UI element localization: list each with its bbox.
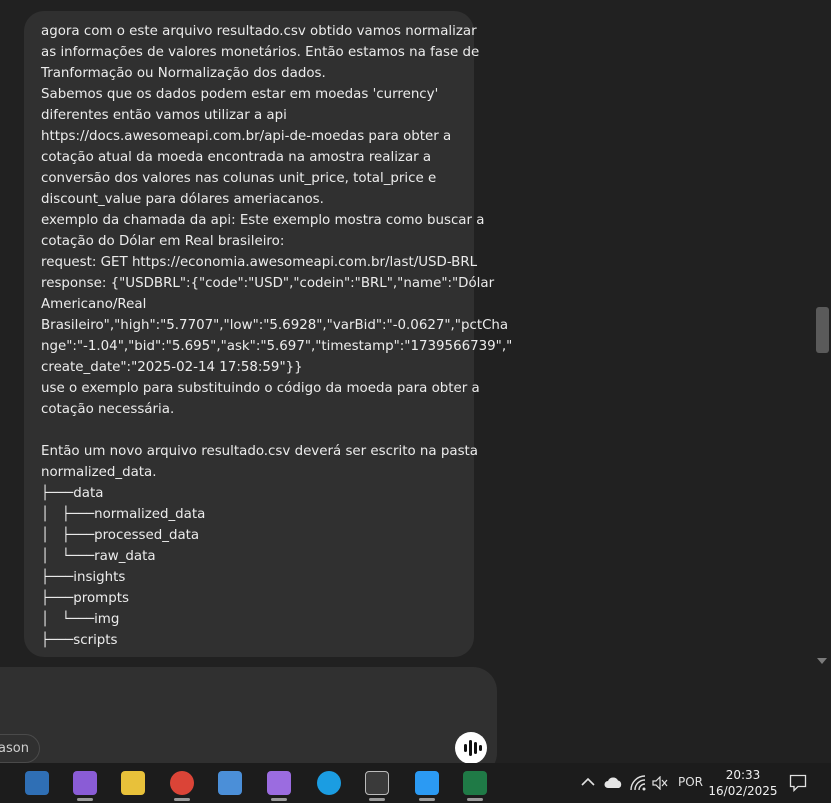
chrome-icon [170,771,194,795]
message-line: │ ├───normalized_data [41,507,206,522]
voice-mode-button[interactable] [455,732,487,764]
message-line: Sabemos que os dados podem estar em moed… [41,87,439,102]
message-line: conversão dos valores nas colunas unit_p… [41,171,437,186]
message-line: cotação necessária. [41,402,175,417]
scrollbar-thumb[interactable] [816,307,829,353]
taskbar-app-5[interactable] [255,763,303,803]
message-line: Brasileiro","high":"5.7707","low":"5.692… [41,318,509,333]
taskbar-app-0[interactable] [13,763,61,803]
show-hidden-icons-chevron-icon[interactable] [581,777,595,787]
voice-wave-bar [469,740,472,756]
message-line: cotação do Dólar em Real brasileiro: [41,234,285,249]
taskbar-app-8[interactable] [403,763,451,803]
taskbar-app-4[interactable] [206,763,254,803]
message-line: nge":"-1.04","bid":"5.695","ask":"5.697"… [41,339,513,354]
message-line: Tranformação ou Normalização dos dados. [41,66,326,81]
input-language-indicator[interactable]: POR [678,775,703,789]
message-line: │ └───raw_data [41,549,156,564]
sql-server-icon [25,771,49,795]
clock-time: 20:33 [725,768,761,782]
message-line: exemplo da chamada da api: Este exemplo … [41,213,485,228]
remote-desktop-icon [218,771,242,795]
visual-studio-2-icon [267,771,291,795]
message-line: as informações de valores monetários. En… [41,45,480,60]
volume-muted-icon[interactable] [652,776,668,790]
taskbar-app-2[interactable] [109,763,157,803]
visual-studio-icon [73,771,97,795]
taskbar-app-6[interactable] [305,763,353,803]
edge-icon [317,771,341,795]
voice-wave-bar [479,745,482,751]
sticky-tool-icon [121,771,145,795]
message-line: Americano/Real [41,297,147,312]
excel-icon [463,771,487,795]
message-line: diferentes então vamos utilizar a api [41,108,287,123]
message-line: create_date":"2025-02-14 17:58:59"}} [41,360,303,375]
vscode-icon [415,771,439,795]
message-line: ├───data [41,486,104,501]
message-line: response: {"USDBRL":{"code":"USD","codei… [41,276,495,291]
message-line: │ └───img [41,612,120,627]
voice-wave-icon [464,744,467,752]
taskbar-app-3[interactable] [158,763,206,803]
notification-center-icon[interactable] [789,774,807,792]
user-message-bubble: agora com o este arquivo resultado.csv o… [24,11,513,657]
message-line: cotação atual da moeda encontrada na amo… [41,150,432,165]
wifi-icon[interactable] [630,775,646,791]
message-line: request: GET https://economia.awesomeapi… [41,255,478,270]
reason-button[interactable]: eason [0,734,40,763]
taskbar-app-9[interactable] [451,763,499,803]
terminal-icon [365,771,389,795]
message-line: │ ├───processed_data [41,528,200,543]
voice-wave-bar [474,742,477,754]
message-line: normalized_data. [41,465,157,480]
message-line: ├───scripts [41,633,118,648]
taskbar-app-7[interactable] [353,763,401,803]
message-line: use o exemplo para substituindo o código… [41,381,480,396]
message-line: ├───insights [41,570,126,585]
windows-taskbar: POR 20:33 16/02/2025 [0,763,831,803]
message-line [41,420,457,441]
message-line: ├───prompts [41,591,129,606]
message-line: discount_value para dólares ameriacanos. [41,192,324,207]
taskbar-app-1[interactable] [61,763,109,803]
scroll-down-arrow-icon[interactable] [817,658,827,664]
message-composer[interactable] [0,667,497,777]
onedrive-cloud-icon[interactable] [603,776,623,789]
system-clock[interactable]: 20:33 16/02/2025 [706,767,780,799]
clock-date: 16/02/2025 [708,784,778,798]
message-line: agora com o este arquivo resultado.csv o… [41,24,477,39]
message-line: https://docs.awesomeapi.com.br/api-de-mo… [41,129,452,144]
message-line: Então um novo arquivo resultado.csv deve… [41,444,479,459]
